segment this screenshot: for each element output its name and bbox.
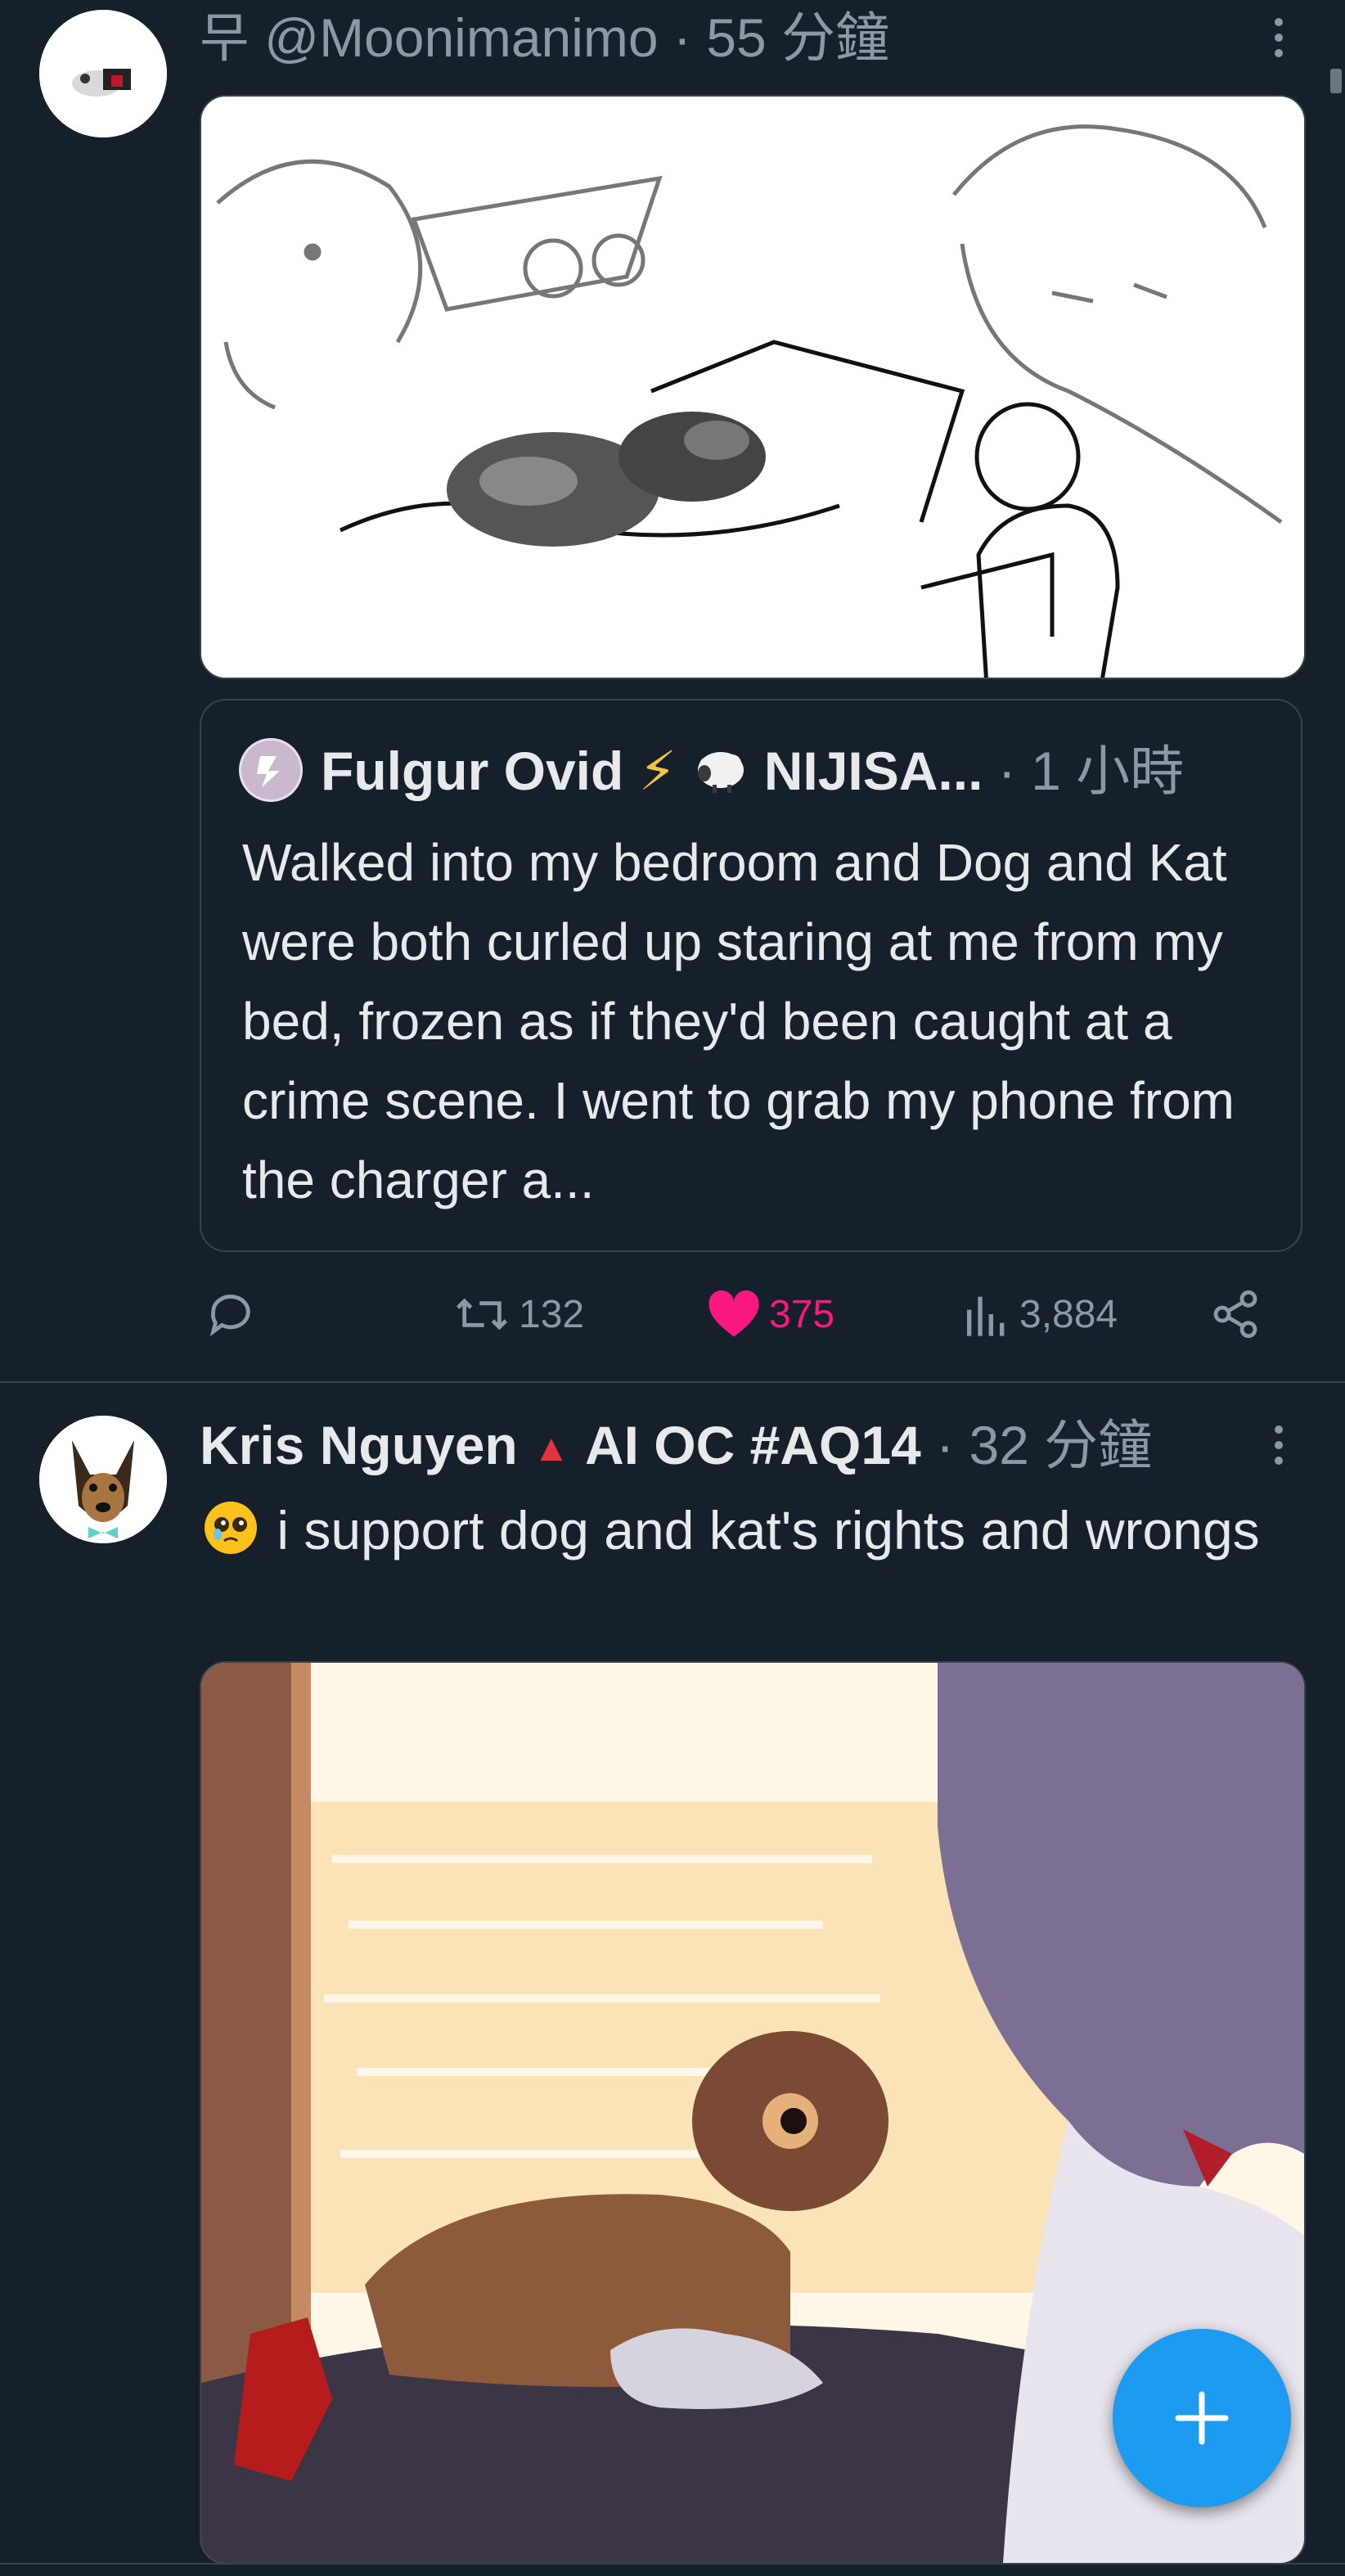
display-name[interactable]: Kris Nguyen bbox=[200, 1415, 518, 1475]
more-options-icon[interactable] bbox=[1275, 18, 1284, 65]
share-button[interactable] bbox=[1209, 1288, 1262, 1340]
separator: · bbox=[936, 1415, 955, 1475]
tweet-divider bbox=[0, 1381, 1345, 1383]
tweet-header: Kris Nguyen ▲ AI OC #AQ14 · 32 分鐘 bbox=[200, 1412, 1152, 1480]
reply-button[interactable] bbox=[205, 1288, 257, 1340]
tweet-text-block: i support dog and kat's rights and wrong… bbox=[200, 1491, 1296, 1570]
quote-name-suffix: NIJISA... bbox=[763, 741, 983, 801]
avatar[interactable] bbox=[39, 1416, 167, 1543]
timestamp[interactable]: 55 分鐘 bbox=[706, 7, 889, 68]
compose-button[interactable] bbox=[1113, 2329, 1291, 2507]
red-triangle-icon: ▲ bbox=[533, 1426, 570, 1469]
tweet-text: i support dog and kat's rights and wrong… bbox=[277, 1500, 1260, 1560]
scrollbar[interactable] bbox=[1330, 69, 1342, 93]
retweet-count: 132 bbox=[519, 1292, 585, 1336]
plus-icon bbox=[1175, 2391, 1229, 2445]
avatar[interactable] bbox=[39, 10, 167, 137]
more-options-icon[interactable] bbox=[1275, 1425, 1284, 1472]
separator: · bbox=[997, 741, 1016, 801]
handle[interactable]: @Moonimanimo bbox=[264, 7, 659, 68]
handle-prefix: 무 bbox=[200, 7, 250, 68]
retweet-icon bbox=[456, 1298, 508, 1331]
views-count: 3,884 bbox=[1019, 1292, 1118, 1336]
reply-icon bbox=[209, 1295, 250, 1337]
sheep-emoji-icon bbox=[691, 743, 749, 793]
tweet-image[interactable] bbox=[200, 95, 1306, 679]
quoted-tweet[interactable]: Fulgur Ovid ⚡ NIJISA... · 1 小時 Walked in… bbox=[200, 699, 1302, 1252]
quote-avatar bbox=[239, 738, 303, 802]
lightning-emoji-icon: ⚡ bbox=[638, 741, 677, 801]
quote-avatar-image bbox=[241, 741, 300, 799]
share-icon bbox=[1213, 1290, 1257, 1339]
teary-face-emoji-icon bbox=[200, 1497, 262, 1555]
like-count: 375 bbox=[769, 1292, 835, 1336]
avatar-image bbox=[39, 1416, 167, 1543]
tweet-header: 무 @Moonimanimo · 55 分鐘 bbox=[200, 5, 889, 70]
avatar-image bbox=[39, 10, 167, 137]
quote-text: Walked into my bedroom and Dog and Kat w… bbox=[242, 833, 1235, 1209]
sketch-illustration bbox=[201, 97, 1304, 678]
like-button[interactable]: 375 bbox=[707, 1288, 834, 1340]
heart-icon bbox=[708, 1290, 759, 1337]
retweet-button[interactable]: 132 bbox=[453, 1288, 584, 1340]
quote-timestamp[interactable]: 1 小時 bbox=[1031, 741, 1184, 801]
separator: · bbox=[672, 7, 691, 68]
quote-header: Fulgur Ovid ⚡ NIJISA... · 1 小時 bbox=[321, 738, 1184, 804]
views-icon bbox=[967, 1296, 1005, 1336]
timestamp[interactable]: 32 分鐘 bbox=[969, 1415, 1152, 1475]
views-button[interactable]: 3,884 bbox=[962, 1288, 1118, 1340]
bottom-divider bbox=[0, 2563, 1345, 2565]
quote-display-name[interactable]: Fulgur Ovid bbox=[321, 741, 623, 801]
name-suffix: AI OC #AQ14 bbox=[584, 1415, 921, 1475]
